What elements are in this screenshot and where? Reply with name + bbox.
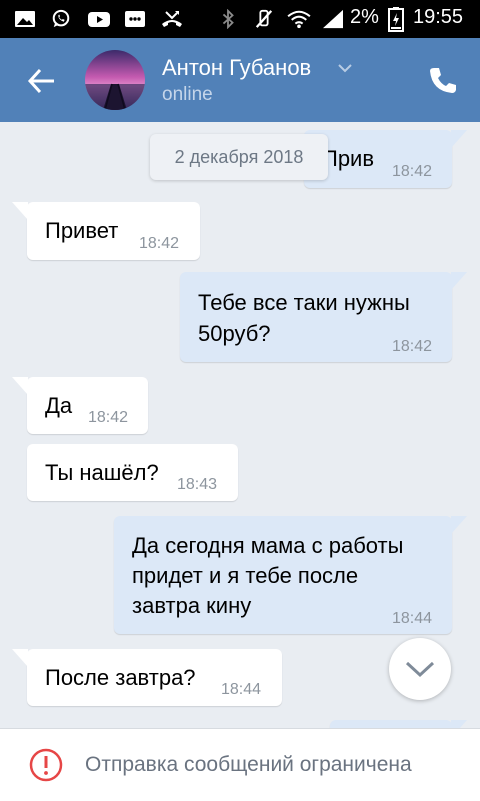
message-outgoing[interactable]: Да сегодня мама с работы придет и я тебе… (114, 516, 452, 634)
bubble-tail (451, 272, 467, 290)
contact-status: online (162, 84, 213, 105)
mute-icon (255, 9, 273, 28)
bubble-tail (451, 130, 467, 148)
restriction-notice: Отправка сообщений ограничена (85, 753, 412, 776)
message-text: Ты нашёл? (45, 460, 159, 485)
youtube-icon (88, 12, 110, 27)
message-time: 18:44 (221, 681, 262, 698)
scroll-down-icon (405, 661, 435, 678)
message-outgoing[interactable] (330, 720, 452, 728)
message-incoming[interactable]: Да 18:42 (27, 377, 148, 434)
message-text-line: Тебе все таки нужны (198, 290, 410, 315)
message-incoming[interactable]: Ты нашёл? 18:43 (27, 444, 238, 501)
bubble-tail (451, 720, 467, 728)
battery-icon (388, 7, 404, 32)
bubble-tail (12, 377, 28, 395)
date-divider: 2 декабря 2018 (150, 134, 328, 180)
message-text-line: придет и я тебе после (132, 563, 359, 588)
clock: 19:55 (413, 6, 464, 28)
message-text-line: 50руб? (198, 321, 271, 346)
bubble-tail (12, 202, 28, 220)
warning-icon (29, 748, 63, 782)
message-incoming[interactable]: Привет 18:42 (27, 202, 200, 260)
image-icon (15, 11, 35, 27)
composer-restricted-banner: Отправка сообщений ограничена (0, 728, 480, 801)
phone-icon[interactable] (428, 66, 458, 96)
message-time: 18:42 (88, 409, 129, 426)
messenger-icon (125, 11, 145, 27)
message-incoming[interactable]: После завтра? 18:44 (27, 649, 282, 706)
message-list[interactable]: Прив 18:42 2 декабря 2018 Привет 18:42 Т… (0, 122, 480, 728)
message-text: Да (45, 393, 73, 418)
missed-call-icon (162, 11, 182, 27)
wifi-icon (287, 10, 311, 29)
message-text: Привет (45, 218, 119, 243)
scroll-down-button[interactable] (389, 638, 451, 700)
message-text-line: Да сегодня мама с работы (132, 533, 404, 558)
message-time: 18:44 (392, 610, 433, 627)
message-time: 18:43 (177, 476, 218, 493)
message-time: 18:42 (392, 163, 433, 180)
message-text: Прив (322, 146, 375, 171)
message-time: 18:42 (139, 235, 180, 252)
bubble-tail (12, 649, 28, 667)
status-bar: 2% 19:55 (0, 0, 480, 38)
avatar-image (85, 50, 145, 110)
contact-name[interactable]: Антон Губанов (162, 55, 311, 81)
back-arrow-icon[interactable] (26, 65, 58, 97)
chat-header: Антон Губанов online (0, 38, 480, 122)
message-text-line: завтра кину (132, 593, 252, 618)
signal-icon (323, 9, 343, 29)
bubble-tail (451, 516, 467, 534)
message-text: После завтра? (45, 665, 196, 690)
avatar[interactable] (85, 50, 145, 110)
chevron-down-icon[interactable] (337, 62, 353, 74)
message-time: 18:42 (392, 338, 433, 355)
message-outgoing[interactable]: Тебе все таки нужны 50руб? 18:42 (180, 272, 452, 362)
whatsapp-icon (52, 9, 70, 28)
bluetooth-icon (222, 9, 234, 29)
battery-percent: 2% (350, 6, 379, 28)
